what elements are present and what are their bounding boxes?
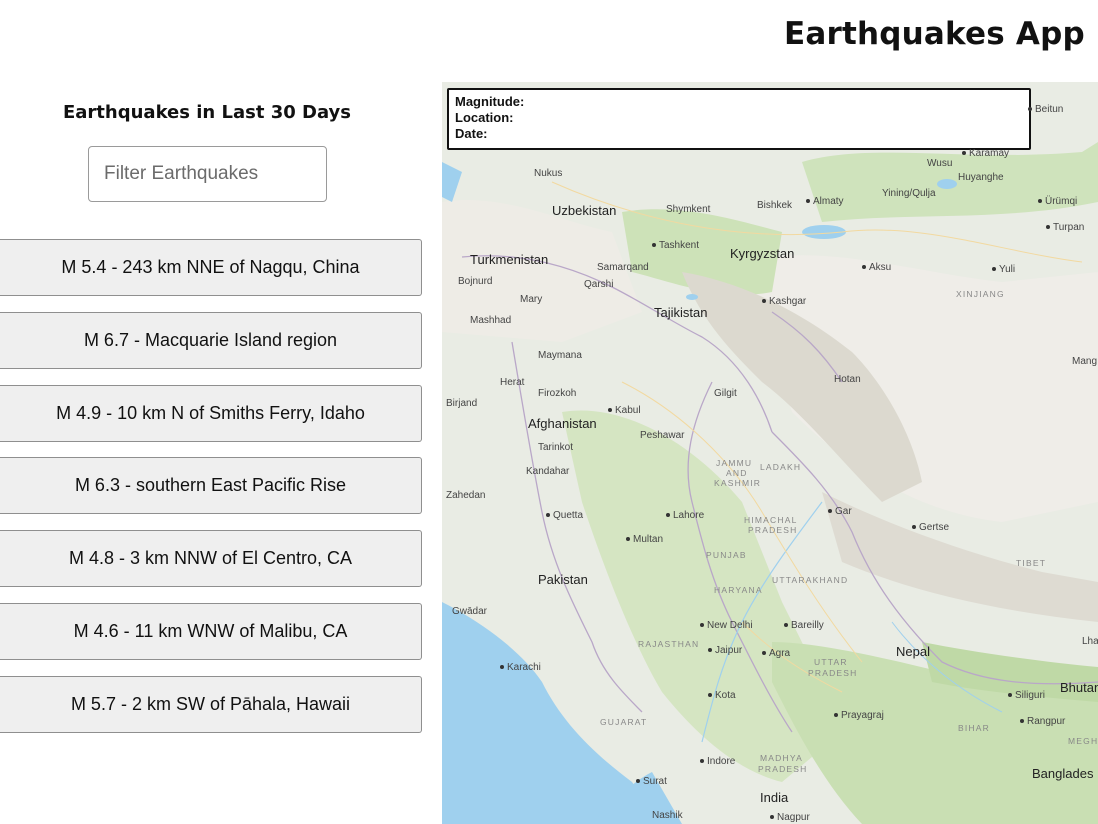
map-label-wusu: Wusu bbox=[927, 158, 953, 169]
filter-earthquakes-input[interactable] bbox=[88, 146, 327, 202]
map-label-bishkek: Bishkek bbox=[757, 200, 793, 211]
map-label-meghal: MEGHAL bbox=[1068, 736, 1098, 746]
map-label-quetta: Quetta bbox=[546, 510, 583, 521]
app-title: Earthquakes App bbox=[784, 16, 1085, 52]
map-label-gar: Gar bbox=[828, 506, 852, 517]
map-label-aksu: Aksu bbox=[862, 262, 891, 273]
map-label-kabul: Kabul bbox=[608, 405, 641, 416]
map-label-huyanghe: Huyanghe bbox=[958, 172, 1004, 183]
map-label-xinjiang: XINJIANG bbox=[956, 289, 1005, 299]
earthquake-info-panel: Magnitude: Location: Date: bbox=[447, 88, 1031, 150]
map-label-lha: Lha bbox=[1082, 636, 1098, 647]
map-label-karachi: Karachi bbox=[500, 662, 541, 673]
map-label-nagpur: Nagpur bbox=[770, 812, 810, 823]
map-label-agra: Agra bbox=[762, 648, 790, 659]
map-label-rajasthan: RAJASTHAN bbox=[638, 639, 700, 649]
map-label-pradesh1: PRADESH bbox=[748, 525, 798, 535]
map-label-rangpur: Rangpur bbox=[1020, 716, 1065, 727]
location-label: Location: bbox=[455, 110, 514, 125]
map-label-maymana: Maymana bbox=[538, 350, 582, 361]
list-heading: Earthquakes in Last 30 Days bbox=[62, 102, 351, 123]
map-label-nukus: Nukus bbox=[534, 168, 563, 179]
map-label-kandahar: Kandahar bbox=[526, 466, 570, 477]
map-label-tajikistan: Tajikistan bbox=[654, 305, 708, 320]
earthquake-item[interactable]: M 5.4 - 243 km NNE of Nagqu, China bbox=[0, 239, 422, 296]
map-label-firozkoh: Firozkoh bbox=[538, 388, 577, 399]
map-label-surat: Surat bbox=[636, 776, 667, 787]
map-label-gilgit: Gilgit bbox=[714, 388, 737, 399]
map-label-yuli: Yuli bbox=[992, 264, 1015, 275]
map-label-mary: Mary bbox=[520, 294, 543, 305]
map-label-kashmir: KASHMIR bbox=[714, 478, 762, 488]
map-label-hotan: Hotan bbox=[834, 374, 861, 385]
map-terrain bbox=[442, 82, 1098, 824]
map-view[interactable]: Magnitude: Location: Date: Beitun Karama… bbox=[442, 82, 1098, 824]
map-label-multan: Multan bbox=[626, 534, 663, 545]
earthquake-item[interactable]: M 6.7 - Macquarie Island region bbox=[0, 311, 422, 369]
map-label-gertse: Gertse bbox=[912, 522, 949, 533]
map-label-prayagraj: Prayagraj bbox=[834, 710, 884, 721]
map-label-mashhad: Mashhad bbox=[470, 315, 512, 326]
map-label-kyrgyzstan: Kyrgyzstan bbox=[730, 246, 795, 261]
map-label-bareilly: Bareilly bbox=[784, 620, 824, 631]
map-label-tarinkot: Tarinkot bbox=[538, 442, 574, 453]
map-label-jammu: JAMMU bbox=[716, 458, 753, 468]
earthquake-item[interactable]: M 4.8 - 3 km NNW of El Centro, CA bbox=[0, 530, 422, 588]
map-label-pradesh2: PRADESH bbox=[808, 668, 858, 678]
map-label-beitun: Beitun bbox=[1028, 104, 1063, 115]
map-label-madhya: MADHYA bbox=[760, 753, 803, 763]
map-label-almaty: Almaty bbox=[806, 196, 844, 207]
map-label-urumqi: Ürümqi bbox=[1038, 196, 1077, 207]
map-label-birjand: Birjand bbox=[446, 398, 478, 409]
map-label-bhutan: Bhutan bbox=[1060, 680, 1098, 695]
map-label-yining: Yining/Qulja bbox=[882, 188, 936, 199]
map-label-punjab: PUNJAB bbox=[706, 550, 747, 560]
map-label-india: India bbox=[760, 790, 789, 805]
map-label-turkmenistan: Turkmenistan bbox=[470, 252, 549, 267]
map-label-and: AND bbox=[726, 468, 748, 478]
earthquake-item[interactable]: M 4.9 - 10 km N of Smiths Ferry, Idaho bbox=[0, 384, 422, 442]
map-label-haryana: HARYANA bbox=[714, 585, 763, 595]
map-label-mang: Mang bbox=[1072, 356, 1098, 367]
map-label-gwadar: Gwādar bbox=[452, 606, 488, 617]
earthquake-list: M 5.4 - 243 km NNE of Nagqu, China M 6.7… bbox=[0, 239, 422, 749]
map-label-nashik: Nashik bbox=[652, 810, 683, 821]
map-label-pakistan: Pakistan bbox=[538, 572, 588, 587]
date-label: Date: bbox=[455, 126, 488, 141]
map-label-qarshi: Qarshi bbox=[584, 279, 614, 290]
map-label-tashkent: Tashkent bbox=[652, 240, 699, 251]
map-label-indore: Indore bbox=[700, 756, 735, 767]
map-label-banglades: Banglades bbox=[1032, 766, 1094, 781]
map-label-kashgar: Kashgar bbox=[762, 296, 806, 307]
earthquake-item[interactable]: M 6.3 - southern East Pacific Rise bbox=[0, 457, 422, 515]
map-label-bojnurd: Bojnurd bbox=[458, 276, 493, 287]
earthquake-item[interactable]: M 5.7 - 2 km SW of Pāhala, Hawaii bbox=[0, 675, 422, 733]
map-label-newdelhi: New Delhi bbox=[700, 620, 753, 631]
map-label-afghanistan: Afghanistan bbox=[528, 416, 597, 431]
map-label-jaipur: Jaipur bbox=[708, 645, 742, 656]
map-label-ladakh: LADAKH bbox=[760, 462, 802, 472]
map-label-tibet: TIBET bbox=[1016, 558, 1047, 568]
map-label-himachal: HIMACHAL bbox=[744, 515, 798, 525]
map-label-turpan: Turpan bbox=[1046, 222, 1084, 233]
map-label-herat: Herat bbox=[500, 377, 525, 388]
map-label-gujarat: GUJARAT bbox=[600, 717, 648, 727]
map-label-lahore: Lahore bbox=[666, 510, 704, 521]
map-label-samarqand: Samarqand bbox=[597, 262, 649, 273]
map-label-siliguri: Siliguri bbox=[1008, 690, 1045, 701]
map-label-zahedan: Zahedan bbox=[446, 490, 486, 501]
magnitude-label: Magnitude: bbox=[455, 94, 525, 109]
map-label-pradesh3: PRADESH bbox=[758, 764, 808, 774]
map-label-uttar: UTTAR bbox=[814, 657, 848, 667]
map-label-uttarakhand: UTTARAKHAND bbox=[772, 575, 849, 585]
map-label-peshawar: Peshawar bbox=[640, 430, 685, 441]
earthquake-item[interactable]: M 4.6 - 11 km WNW of Malibu, CA bbox=[0, 602, 422, 660]
map-label-bihar: BIHAR bbox=[958, 723, 990, 733]
map-label-nepal: Nepal bbox=[896, 644, 930, 659]
map-label-karamay: Karamay bbox=[962, 148, 1009, 159]
map-label-uzbekistan: Uzbekistan bbox=[552, 203, 617, 218]
map-label-shymkent: Shymkent bbox=[666, 204, 711, 215]
map-label-kota: Kota bbox=[708, 690, 736, 701]
